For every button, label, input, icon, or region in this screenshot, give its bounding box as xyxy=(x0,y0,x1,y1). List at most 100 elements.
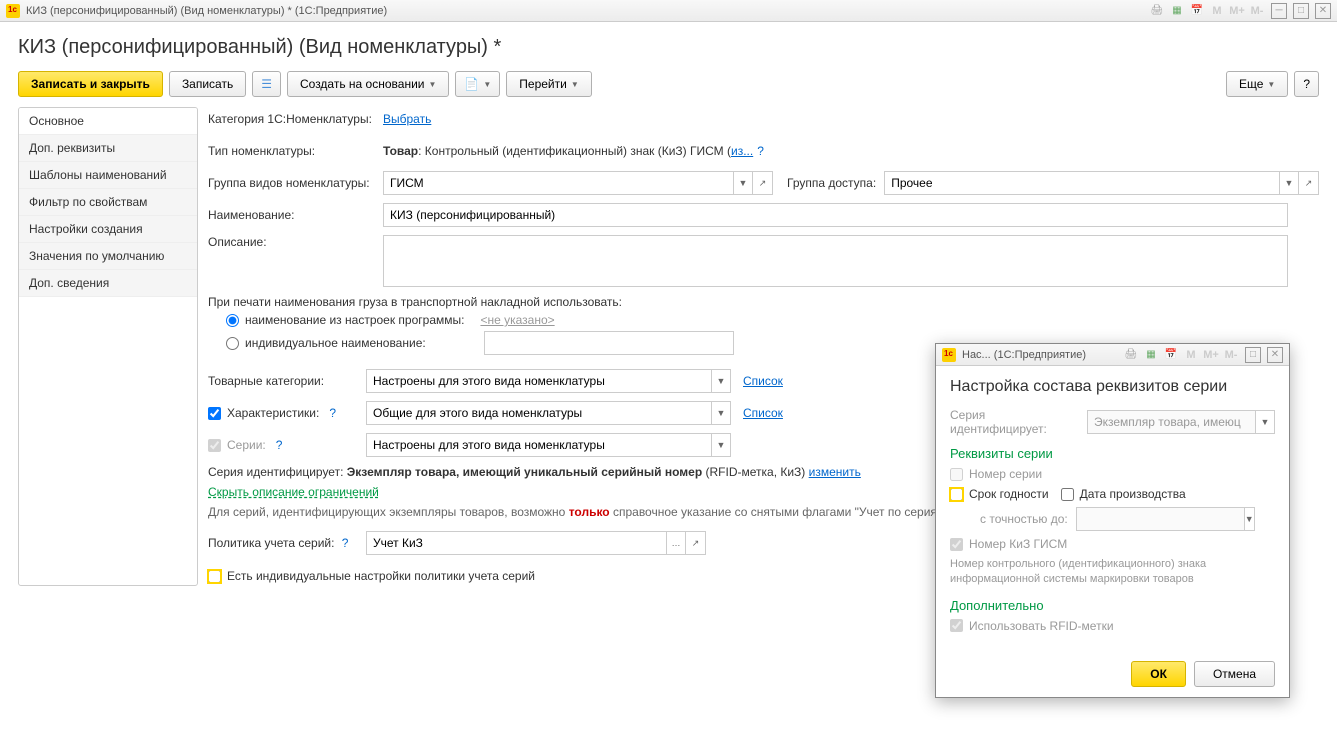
open-icon[interactable]: ↗ xyxy=(753,171,773,195)
category-select-link[interactable]: Выбрать xyxy=(383,112,431,126)
modal-precision-label: с точностью до: xyxy=(980,512,1068,526)
sidebar-item-extra-req[interactable]: Доп. реквизиты xyxy=(19,135,197,162)
maximize-button[interactable]: □ xyxy=(1293,3,1309,19)
series-help-icon[interactable]: ? xyxy=(276,438,283,452)
modal-maximize-button[interactable]: □ xyxy=(1245,347,1261,363)
sidebar-item-main[interactable]: Основное xyxy=(19,108,197,135)
modal-cancel-button[interactable]: Отмена xyxy=(1194,661,1275,687)
type-change-link[interactable]: из... xyxy=(731,144,753,158)
sidebar-item-create-settings[interactable]: Настройки создания xyxy=(19,216,197,243)
name-label: Наименование: xyxy=(208,208,383,222)
modal-rfid-checkbox xyxy=(950,619,963,632)
modal-expiry-checkbox[interactable] xyxy=(950,488,963,501)
char-input[interactable] xyxy=(366,401,711,425)
sidebar: Основное Доп. реквизиты Шаблоны наименов… xyxy=(18,107,198,586)
toolbar: Записать и закрыть Записать ☰ Создать на… xyxy=(18,71,1319,97)
calendar-icon[interactable]: 📅 xyxy=(1189,3,1205,19)
dropdown-icon: ▼ xyxy=(1255,410,1275,434)
help-button[interactable]: ? xyxy=(1294,71,1319,97)
dropdown-icon[interactable]: ▼ xyxy=(1279,171,1299,195)
save-close-button[interactable]: Записать и закрыть xyxy=(18,71,163,97)
series-change-link[interactable]: изменить xyxy=(809,465,861,479)
hide-desc-link[interactable]: Скрыть описание ограничений xyxy=(208,485,379,499)
indiv-settings-label: Есть индивидуальные настройки политики у… xyxy=(227,569,535,583)
ellipsis-icon[interactable]: … xyxy=(666,531,686,555)
radio-program-name[interactable] xyxy=(226,314,239,327)
series-ident-value: Экземпляр товара, имеющий уникальный сер… xyxy=(347,465,702,479)
access-group-input[interactable] xyxy=(884,171,1279,195)
minimize-button[interactable]: ─ xyxy=(1271,3,1287,19)
open-icon[interactable]: ↗ xyxy=(1299,171,1319,195)
create-based-button[interactable]: Создать на основании▼ xyxy=(287,71,449,97)
save-button[interactable]: Записать xyxy=(169,71,246,97)
modal-precision-input xyxy=(1076,507,1244,531)
memory-mplus-icon[interactable]: M+ xyxy=(1229,3,1245,19)
characteristics-checkbox[interactable] xyxy=(208,407,221,420)
print-label: При печати наименования груза в транспор… xyxy=(208,295,1319,309)
modal-ok-button[interactable]: ОК xyxy=(1131,661,1186,687)
modal-section-requisites: Реквизиты серии xyxy=(950,446,1275,461)
char-label: Характеристики: xyxy=(227,406,319,420)
modal-ident-input xyxy=(1087,410,1255,434)
memory-mplus-icon[interactable]: M+ xyxy=(1203,347,1219,363)
modal-kiz-hint: Номер контрольного (идентификационного) … xyxy=(950,557,1275,588)
type-value: Товар: Контрольный (идентификационный) з… xyxy=(383,144,753,158)
modal-ident-label: Серия идентифицирует: xyxy=(950,408,1075,436)
memory-m-icon[interactable]: M xyxy=(1209,3,1225,19)
series-requisites-dialog: Нас... (1С:Предприятие) 🖨 ▦ 📅 M M+ M- □ … xyxy=(935,343,1290,698)
type-label: Тип номенклатуры: xyxy=(208,144,383,158)
modal-proddate-checkbox[interactable] xyxy=(1061,488,1074,501)
tov-cat-list-link[interactable]: Список xyxy=(743,374,783,388)
doc-icon-button[interactable]: 📄▼ xyxy=(455,71,500,97)
indiv-settings-checkbox[interactable] xyxy=(208,570,221,583)
memory-mminus-icon[interactable]: M- xyxy=(1223,347,1239,363)
list-icon-button[interactable]: ☰ xyxy=(252,71,281,97)
sidebar-item-filter[interactable]: Фильтр по свойствам xyxy=(19,189,197,216)
dropdown-icon: ▼ xyxy=(1244,507,1255,531)
close-button[interactable]: ✕ xyxy=(1315,3,1331,19)
tov-cat-input[interactable] xyxy=(366,369,711,393)
modal-number-checkbox xyxy=(950,468,963,481)
category-label: Категория 1С:Номенклатуры: xyxy=(208,112,383,126)
policy-help-icon[interactable]: ? xyxy=(342,536,349,550)
app-logo-icon xyxy=(6,4,20,18)
calc-icon[interactable]: ▦ xyxy=(1143,347,1159,363)
sidebar-item-extra-info[interactable]: Доп. сведения xyxy=(19,270,197,297)
char-help-icon[interactable]: ? xyxy=(329,406,336,420)
open-icon[interactable]: ↗ xyxy=(686,531,706,555)
calendar-icon[interactable]: 📅 xyxy=(1163,347,1179,363)
desc-textarea[interactable] xyxy=(383,235,1288,287)
print-icon[interactable]: 🖨 xyxy=(1149,3,1165,19)
modal-title: Настройка состава реквизитов серии xyxy=(950,378,1275,396)
calc-icon[interactable]: ▦ xyxy=(1169,3,1185,19)
dropdown-icon[interactable]: ▼ xyxy=(711,401,731,425)
radio1-label: наименование из настроек программы: xyxy=(245,313,464,327)
dropdown-icon[interactable]: ▼ xyxy=(733,171,753,195)
memory-mminus-icon[interactable]: M- xyxy=(1249,3,1265,19)
radio1-notset-link[interactable]: <не указано> xyxy=(480,313,554,327)
policy-input[interactable] xyxy=(366,531,666,555)
policy-label: Политика учета серий: xyxy=(208,536,334,550)
desc-label: Описание: xyxy=(208,235,383,249)
modal-close-button[interactable]: ✕ xyxy=(1267,347,1283,363)
window-title: КИЗ (персонифицированный) (Вид номенклат… xyxy=(26,5,387,17)
dropdown-icon[interactable]: ▼ xyxy=(711,433,731,457)
goto-button[interactable]: Перейти▼ xyxy=(506,71,591,97)
group-kind-input[interactable] xyxy=(383,171,733,195)
more-button[interactable]: Еще▼ xyxy=(1226,71,1288,97)
series-input[interactable] xyxy=(366,433,711,457)
print-icon[interactable]: 🖨 xyxy=(1123,347,1139,363)
memory-m-icon[interactable]: M xyxy=(1183,347,1199,363)
page-title: КИЗ (персонифицированный) (Вид номенклат… xyxy=(18,36,1319,59)
sidebar-item-defaults[interactable]: Значения по умолчанию xyxy=(19,243,197,270)
radio-individual-name[interactable] xyxy=(226,337,239,350)
type-help-icon[interactable]: ? xyxy=(757,144,764,158)
sidebar-item-templates[interactable]: Шаблоны наименований xyxy=(19,162,197,189)
group-kind-label: Группа видов номенклатуры: xyxy=(208,176,383,190)
name-input[interactable] xyxy=(383,203,1288,227)
radio2-label: индивидуальное наименование: xyxy=(245,336,426,350)
individual-name-input[interactable] xyxy=(484,331,734,355)
dropdown-icon[interactable]: ▼ xyxy=(711,369,731,393)
tov-cat-label: Товарные категории: xyxy=(208,374,366,388)
char-list-link[interactable]: Список xyxy=(743,406,783,420)
